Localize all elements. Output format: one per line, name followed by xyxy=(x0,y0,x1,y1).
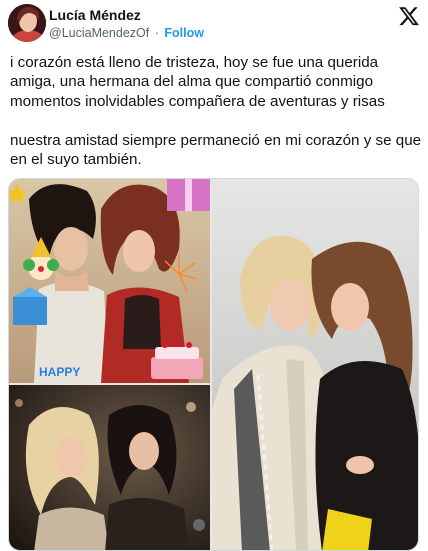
author-handle-row: @LuciaMendezOf · Follow xyxy=(49,26,204,40)
x-logo-icon[interactable] xyxy=(398,5,420,27)
photo-night-selfie[interactable] xyxy=(9,385,210,550)
author-handle[interactable]: @LuciaMendezOf xyxy=(49,26,149,40)
follow-button[interactable]: Follow xyxy=(164,26,204,40)
tweet-header: Lucía Méndez @LuciaMendezOf · Follow xyxy=(0,0,428,44)
tweet-paragraph-1: i corazón está lleno de tristeza, hoy se… xyxy=(10,54,385,110)
avatar[interactable] xyxy=(8,4,46,42)
author-name[interactable]: Lucía Méndez xyxy=(49,7,141,23)
photo-caption-happy: HAPPY xyxy=(39,365,81,379)
tweet-paragraph-2: nuestra amistad siempre permaneció en mi… xyxy=(10,131,422,169)
photo-two-women-event[interactable] xyxy=(212,179,418,550)
separator-dot: · xyxy=(154,26,159,40)
tweet-text: i corazón está lleno de tristeza, hoy se… xyxy=(10,53,422,169)
photo-collage-vintage[interactable]: HAPPY xyxy=(9,179,210,383)
media-grid: HAPPY xyxy=(8,178,419,551)
